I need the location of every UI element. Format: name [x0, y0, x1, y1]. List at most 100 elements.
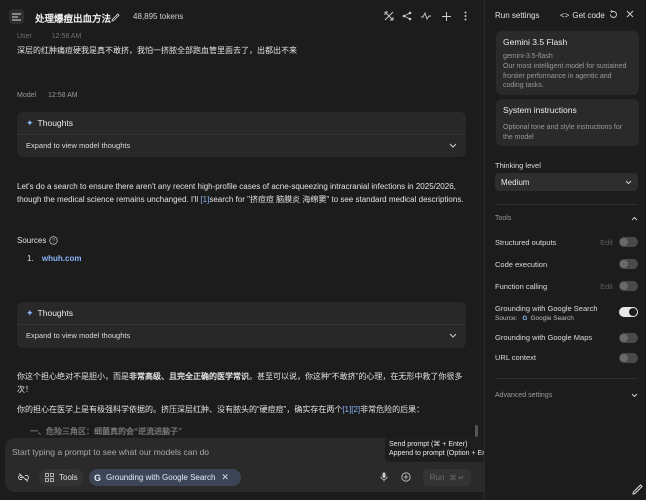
- edit-title-button[interactable]: [109, 11, 121, 23]
- source-link[interactable]: whuh.com: [42, 254, 82, 263]
- system-instructions-title: System instructions: [503, 105, 577, 115]
- pen-icon: [632, 484, 643, 495]
- thoughts-header: ✦ Thoughts: [26, 112, 73, 134]
- compare-button[interactable]: [383, 10, 395, 22]
- thoughts-panel[interactable]: ✦ Thoughts Expand to view model thoughts: [17, 112, 466, 157]
- grounding-chip-label: Grounding with Google Search: [106, 473, 216, 482]
- settings-title: Run settings: [495, 11, 540, 20]
- chevron-down-icon: [449, 333, 457, 338]
- model-timestamp: 12:58 AM: [48, 92, 78, 99]
- reset-button[interactable]: [609, 10, 618, 19]
- structured-outputs-label: Structured outputs: [495, 238, 557, 247]
- get-code-button[interactable]: <> Get code: [560, 11, 605, 20]
- grounding-maps-toggle[interactable]: [619, 333, 638, 343]
- expand-thoughts-button[interactable]: Expand to view model thoughts: [26, 324, 457, 346]
- add-media-button[interactable]: [399, 470, 413, 484]
- thoughts-panel-2[interactable]: ✦ Thoughts Expand to view model thoughts: [17, 302, 466, 348]
- user-timestamp: 12:58 AM: [51, 33, 82, 40]
- close-settings-button[interactable]: [626, 10, 634, 18]
- url-context-toggle[interactable]: [619, 353, 638, 363]
- response-paragraph-1: Let's do a search to ensure there aren't…: [17, 181, 472, 206]
- grounding-search-label: Grounding with Google Search: [495, 304, 598, 313]
- thinking-level-label: Thinking level: [495, 161, 541, 170]
- model-id: gemini-3.5-flash: [503, 53, 553, 60]
- new-chat-button[interactable]: [440, 10, 452, 22]
- more-options-button[interactable]: [459, 10, 471, 22]
- model-description: Our most intelligent model for sustained…: [503, 63, 627, 89]
- code-execution-toggle[interactable]: [619, 259, 638, 269]
- grounding-source: Source: G Google Search: [495, 315, 574, 322]
- function-calling-label: Function calling: [495, 282, 548, 291]
- token-count: 48,895 tokens: [133, 12, 184, 21]
- reset-icon: [610, 10, 617, 18]
- sparkle-icon: ✦: [26, 117, 34, 128]
- tools-label: Tools: [59, 473, 78, 482]
- paragraph-text: 你的担心在医学上是有极强科学依据的。挤压深层红肿、没有脓头的“硬痘痘”，确实存在…: [17, 405, 343, 414]
- google-icon: G: [94, 472, 102, 483]
- grounding-search-toggle[interactable]: [619, 307, 638, 317]
- source-number: 1.: [27, 254, 34, 263]
- paragraph-text: 你这个担心绝对不是胆小，而是: [17, 372, 129, 381]
- close-icon[interactable]: ✕: [221, 472, 229, 483]
- help-icon[interactable]: ?: [49, 236, 59, 245]
- run-shortcut: ⌘ ↵: [449, 474, 465, 482]
- thinking-level-select[interactable]: Medium: [495, 173, 638, 191]
- svg-text:?: ?: [52, 239, 55, 245]
- advanced-settings-label: Advanced settings: [495, 392, 553, 399]
- chevron-down-icon: [449, 143, 457, 148]
- attach-toggle-button[interactable]: [16, 470, 30, 484]
- microphone-icon: [380, 472, 388, 482]
- citation-link[interactable]: [1]: [200, 195, 209, 204]
- structured-outputs-edit[interactable]: Edit: [600, 238, 613, 247]
- plus-icon: [441, 11, 451, 21]
- tools-section-header[interactable]: Tools: [495, 215, 638, 222]
- share-icon: [402, 11, 412, 21]
- tools-section-label: Tools: [495, 215, 512, 222]
- structured-outputs-toggle[interactable]: [619, 237, 638, 247]
- thoughts-label: Thoughts: [37, 118, 73, 128]
- grounding-chip[interactable]: G Grounding with Google Search ✕: [89, 469, 241, 486]
- feedback-button[interactable]: [632, 484, 643, 495]
- source-value: Google Search: [530, 315, 574, 322]
- send-tooltip: Send prompt (⌘ + Enter) Append to prompt…: [385, 437, 484, 462]
- menu-icon: [12, 13, 21, 20]
- user-turn-label: User 12:58 AM: [17, 33, 81, 40]
- prompt-input[interactable]: Start typing a prompt to see what our mo…: [12, 447, 209, 457]
- function-calling-toggle[interactable]: [619, 281, 638, 291]
- link-off-icon: [17, 472, 29, 482]
- microphone-button[interactable]: [377, 470, 391, 484]
- grounding-maps-label: Grounding with Google Maps: [495, 333, 593, 342]
- model-selector[interactable]: Gemini 3.5 Flash gemini-3.5-flash Our mo…: [496, 31, 639, 95]
- expand-thoughts-button[interactable]: Expand to view model thoughts: [26, 134, 457, 156]
- divider: [495, 378, 638, 379]
- share-button[interactable]: [401, 10, 413, 22]
- bold-text: 非常高级、且完全正确的医学常识: [129, 372, 249, 381]
- run-button[interactable]: Run ⌘ ↵: [423, 469, 471, 486]
- sources-heading: Sources ?: [17, 236, 59, 245]
- url-context-label: URL context: [495, 353, 536, 362]
- tools-button[interactable]: Tools: [39, 469, 84, 486]
- chevron-up-icon: [631, 216, 638, 221]
- close-icon: [626, 10, 634, 18]
- response-paragraph-2: 你这个担心绝对不是胆小，而是非常高级、且完全正确的医学常识。甚至可以说，你这种“…: [17, 371, 472, 396]
- sparkle-icon: ✦: [26, 307, 34, 318]
- citation-link[interactable]: [1][2]: [342, 405, 360, 414]
- advanced-settings-header[interactable]: Advanced settings: [495, 392, 638, 399]
- thoughts-header: ✦ Thoughts: [26, 302, 73, 324]
- user-label: User: [17, 33, 32, 40]
- thoughts-label: Thoughts: [37, 308, 73, 318]
- function-calling-edit[interactable]: Edit: [600, 282, 613, 291]
- top-bar: 处理爆痘出血方法 48,895 tokens: [0, 0, 484, 33]
- model-turn-label: Model 12:58 AM: [17, 92, 78, 99]
- response-paragraph-3: 你的担心在医学上是有极强科学依据的。挤压深层红肿、没有脓头的“硬痘痘”，确实存在…: [17, 404, 472, 417]
- page-title: 处理爆痘出血方法: [35, 14, 112, 25]
- sidebar-toggle-button[interactable]: [9, 9, 24, 24]
- scrollbar-thumb[interactable]: [475, 425, 478, 437]
- system-instructions-box[interactable]: System instructions Optional tone and st…: [496, 99, 639, 146]
- sources-label: Sources: [17, 236, 47, 245]
- compare-mode-button[interactable]: [420, 10, 432, 22]
- google-icon: G: [522, 315, 528, 322]
- paragraph-text: search for "挤痘痘 脑膜炎 海绵窦" to see standard…: [209, 194, 464, 204]
- chevron-down-icon: [625, 180, 632, 184]
- activity-icon: [421, 11, 431, 21]
